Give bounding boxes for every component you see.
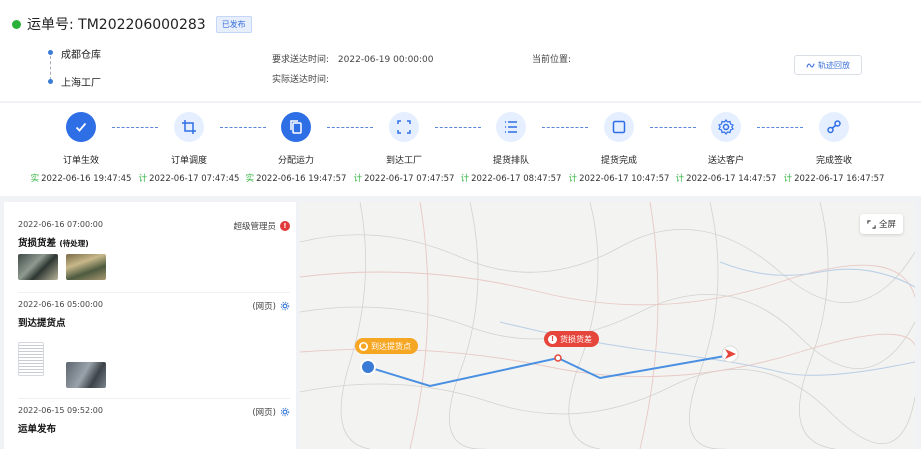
divider — [18, 292, 290, 293]
event-time: 2022-06-16 05:00:00 — [18, 300, 103, 309]
pickup-marker-label: 到达提货点 — [371, 341, 411, 351]
track-playback-label: 轨迹回放 — [818, 60, 850, 70]
event-item[interactable]: 2022-06-15 09:52:00 运单发布 (网页) — [18, 406, 290, 435]
step-deliver-customer: 送达客户 计 2022-06-17 14:47:57 — [671, 112, 781, 184]
event-item[interactable]: 2022-06-16 05:00:00 到达提货点 (网页) — [18, 300, 290, 329]
route-map[interactable]: 全屏 ● 到达提货点 ! 货损货差 — [300, 202, 915, 449]
check-icon — [66, 112, 96, 142]
step-label: 完成签收 — [815, 156, 852, 166]
location-pin-icon: ● — [359, 341, 368, 351]
step-time: 计 2022-06-17 16:47:57 — [783, 174, 885, 184]
step-time: 计 2022-06-17 07:47:45 — [138, 174, 240, 184]
required-time-label: 要求送达时间: — [272, 55, 330, 65]
step-pickup-queue: 提货排队 计 2022-06-17 08:47:57 — [456, 112, 566, 184]
step-label: 提货完成 — [600, 156, 637, 166]
route-summary: 成都仓库 上海工厂 — [48, 46, 128, 91]
status-badge: 已发布 — [215, 15, 252, 33]
step-pickup-complete: 提货完成 计 2022-06-17 10:47:57 — [564, 112, 674, 184]
event-time: 2022-06-15 09:52:00 — [18, 406, 103, 415]
step-sign-complete: 完成签收 计 2022-06-17 16:47:57 — [779, 112, 889, 184]
waybill-header: 运单号: TM202206000283 已发布 成都仓库 上海工厂 要求送达时间… — [0, 0, 921, 101]
copy-icon — [281, 112, 311, 142]
gear-icon — [280, 407, 290, 417]
fullscreen-label: 全屏 — [878, 220, 896, 230]
step-time: 计 2022-06-17 10:47:57 — [568, 174, 670, 184]
event-title: 货损货差 (待处理) — [18, 238, 89, 249]
step-time: 计 2022-06-17 07:47:57 — [353, 174, 455, 184]
progress-steps: 订单生效 实 2022-06-16 19:47:45 订单调度 计 2022-06-… — [0, 103, 921, 196]
pickup-photo[interactable] — [66, 362, 106, 388]
damage-marker-tag[interactable]: ! 货损货差 — [544, 331, 599, 347]
share-icon — [819, 112, 849, 142]
event-title-note: (待处理) — [59, 239, 89, 248]
required-time: 要求送达时间: 2022-06-19 00:00:00 — [272, 52, 434, 65]
route-origin: 成都仓库 — [61, 50, 101, 61]
document-thumbnail[interactable] — [18, 342, 44, 376]
event-user: (网页) — [252, 406, 290, 418]
page-title: 运单号: TM202206000283 — [27, 17, 206, 33]
current-location-label: 当前位置: — [532, 55, 572, 65]
list-icon — [496, 112, 526, 142]
step-label: 送达客户 — [707, 156, 744, 166]
crop-icon — [174, 112, 204, 142]
map-canvas — [300, 202, 915, 449]
destination-dot-icon — [48, 79, 53, 84]
current-location: 当前位置: — [532, 52, 571, 65]
step-label: 订单调度 — [170, 156, 207, 166]
alert-icon: ! — [280, 221, 290, 231]
route-destination: 上海工厂 — [61, 78, 101, 89]
expand-icon — [867, 219, 876, 229]
step-time: 实 2022-06-16 19:47:45 — [30, 174, 132, 184]
step-time: 实 2022-06-16 19:47:57 — [245, 174, 347, 184]
event-user: (网页) — [252, 300, 290, 312]
step-order-effective: 订单生效 实 2022-06-16 19:47:45 — [26, 112, 136, 184]
step-label: 分配运力 — [277, 156, 314, 166]
step-assign-capacity: 分配运力 实 2022-06-16 19:47:57 — [241, 112, 351, 184]
step-order-dispatch: 订单调度 计 2022-06-17 07:47:45 — [134, 112, 244, 184]
damage-marker-label: 货损货差 — [560, 334, 592, 344]
event-title: 运单发布 — [18, 424, 57, 435]
gear-icon — [280, 301, 290, 311]
event-user: 超级管理员 ! — [233, 220, 290, 232]
step-time: 计 2022-06-17 08:47:57 — [460, 174, 562, 184]
playback-icon — [806, 63, 815, 67]
square-icon — [604, 112, 634, 142]
step-label: 提货排队 — [492, 156, 529, 166]
title-row: 运单号: TM202206000283 已发布 — [12, 14, 252, 34]
actual-time: 实际送达时间: — [272, 72, 329, 85]
track-playback-button[interactable]: 轨迹回放 — [794, 55, 862, 75]
route-line — [50, 56, 51, 80]
required-time-value: 2022-06-19 00:00:00 — [337, 55, 434, 65]
damage-photo-2[interactable] — [66, 254, 106, 280]
fullscreen-button[interactable]: 全屏 — [859, 214, 903, 234]
step-label: 订单生效 — [62, 156, 99, 166]
gear-icon — [711, 112, 741, 142]
step-time: 计 2022-06-17 14:47:57 — [675, 174, 777, 184]
step-arrive-factory: 到达工厂 计 2022-06-17 07:47:57 — [349, 112, 459, 184]
origin-dot-icon — [48, 50, 53, 55]
actual-time-label: 实际送达时间: — [272, 75, 330, 85]
step-label: 到达工厂 — [385, 156, 422, 166]
damage-photo-1[interactable] — [18, 254, 58, 280]
event-item[interactable]: 2022-06-16 07:00:00 货损货差 (待处理) 超级管理员 ! — [18, 220, 290, 249]
alert-icon: ! — [548, 334, 557, 344]
pickup-marker-tag[interactable]: ● 到达提货点 — [355, 338, 418, 354]
status-dot — [12, 19, 21, 29]
event-log-panel: 2022-06-16 07:00:00 货损货差 (待处理) 超级管理员 ! 2… — [4, 202, 296, 449]
scan-icon — [389, 112, 419, 142]
event-title: 到达提货点 — [18, 318, 66, 329]
divider — [18, 398, 290, 399]
